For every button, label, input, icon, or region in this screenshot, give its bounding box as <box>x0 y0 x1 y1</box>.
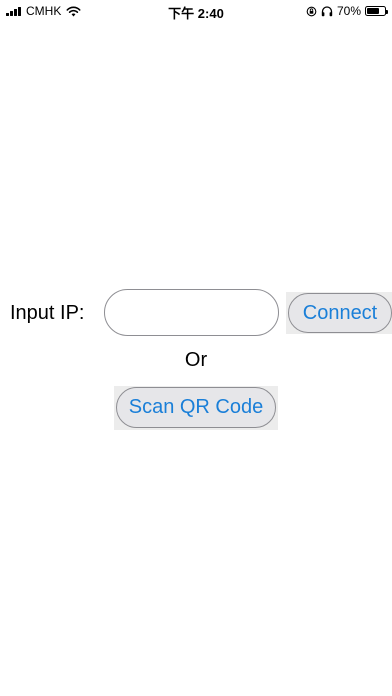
battery-icon <box>365 6 388 16</box>
connect-button-label: Connect <box>302 301 378 324</box>
scan-qr-code-button[interactable]: Scan QR Code <box>116 387 276 428</box>
orientation-lock-icon <box>306 6 317 16</box>
ip-label: Input IP: <box>10 302 85 324</box>
battery-percent: 70% <box>336 4 361 18</box>
scan-qr-code-label: Scan QR Code <box>128 396 264 418</box>
status-bar-right: 70% <box>306 4 388 18</box>
status-bar: CMHK 下午 2:40 70% <box>0 0 392 22</box>
connect-button[interactable]: Connect <box>288 293 392 333</box>
or-label: Or <box>184 349 208 371</box>
battery-level <box>367 8 379 14</box>
headphones-icon <box>321 5 333 16</box>
ip-input[interactable] <box>104 289 279 336</box>
